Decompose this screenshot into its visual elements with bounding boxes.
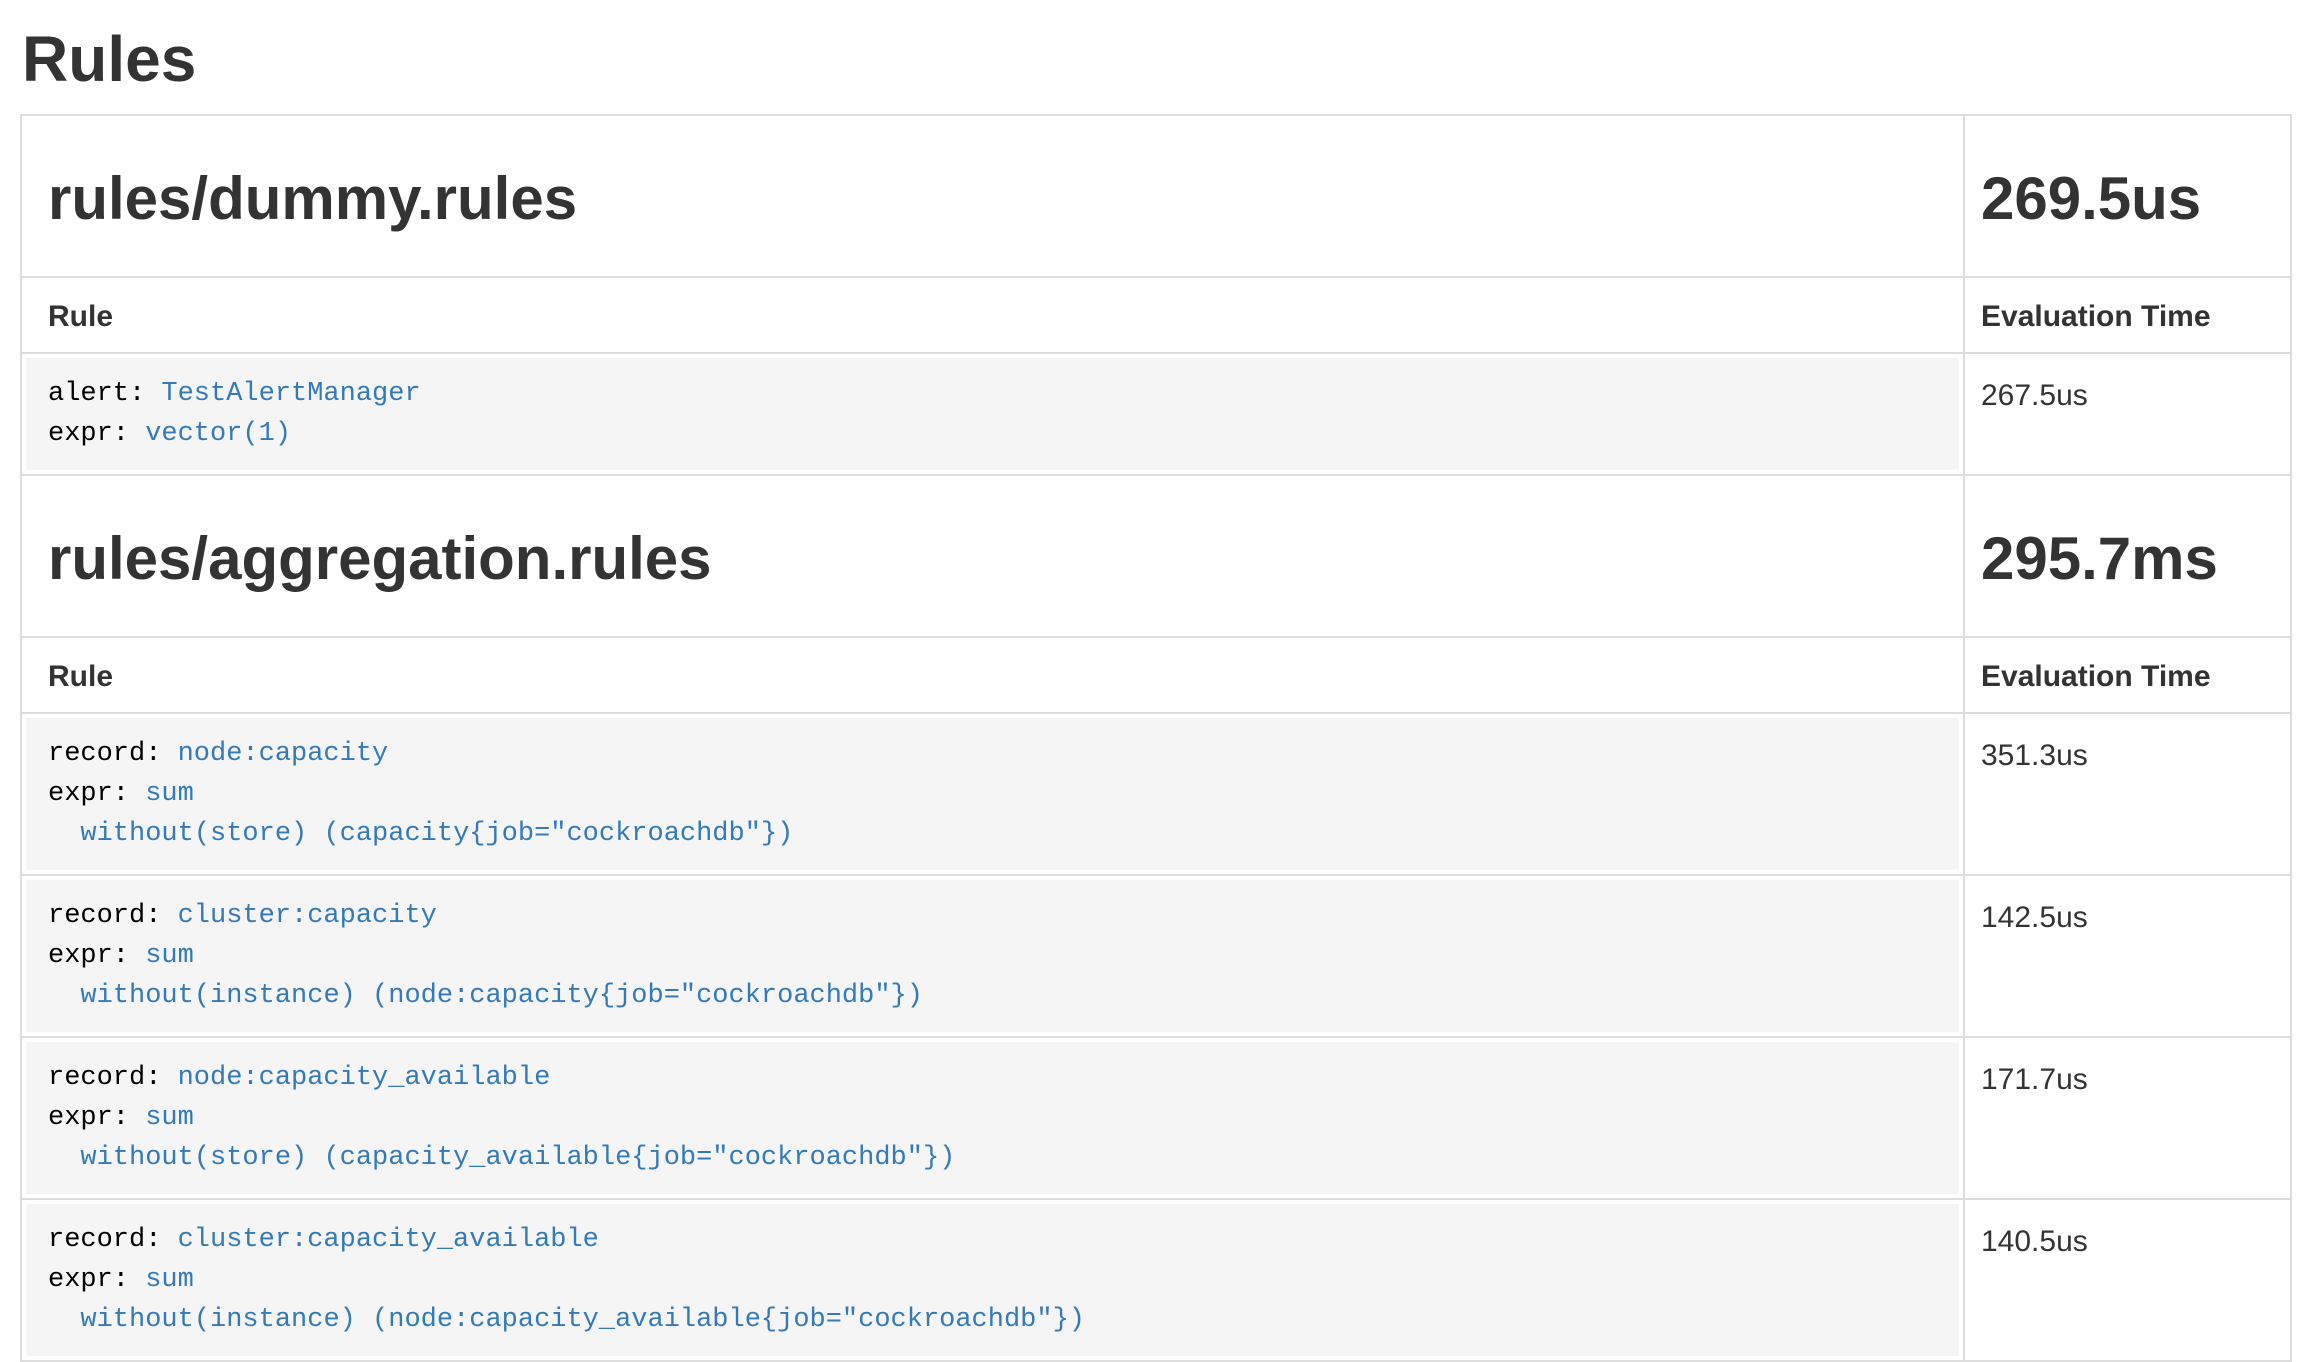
page-title: Rules — [22, 24, 2316, 94]
rule-expr-label: expr: — [48, 1103, 129, 1133]
rule-expr-link[interactable]: sum without(store) (capacity_available{j… — [48, 1103, 955, 1173]
rule-column-header: Rule — [21, 277, 1964, 353]
rule-definition: record: cluster:capacity expr:sum without(… — [26, 880, 1959, 1032]
group-total-eval-time: 269.5us — [1964, 115, 2291, 277]
rule-row: record: cluster:capacity expr:sum without(… — [21, 875, 2291, 1037]
group-file-name: rules/aggregation.rules — [48, 526, 1963, 592]
rule-eval-time: 140.5us — [1964, 1199, 2291, 1361]
group-file-name: rules/dummy.rules — [48, 166, 1963, 232]
rule-eval-time: 267.5us — [1964, 353, 2291, 475]
rule-name-link[interactable]: node:capacity — [178, 739, 389, 769]
rule-expr-label: expr: — [48, 941, 129, 971]
rule-name-link[interactable]: cluster:capacity_available — [178, 1225, 599, 1255]
rule-name-link[interactable]: cluster:capacity — [178, 901, 437, 931]
rule-row: record: node:capacity_available expr:sum w… — [21, 1037, 2291, 1199]
rule-expr-link[interactable]: sum without(instance) (node:capacity_ava… — [48, 1265, 1085, 1335]
rule-expr-label: expr: — [48, 419, 129, 449]
rule-expr-link[interactable]: sum without(instance) (node:capacity{job… — [48, 941, 923, 1011]
rules-table: rules/dummy.rules 269.5us Rule Evaluatio… — [20, 114, 2292, 1362]
eval-time-column-header: Evaluation Time — [1964, 277, 2291, 353]
rule-row: record: node:capacity expr:sum without(sto… — [21, 713, 2291, 875]
rule-eval-time: 351.3us — [1964, 713, 2291, 875]
rule-definition: record: node:capacity expr:sum without(sto… — [26, 718, 1959, 870]
rule-name-link[interactable]: TestAlertManager — [161, 379, 420, 409]
rule-kind-label: record: — [48, 739, 161, 769]
column-header-row: Rule Evaluation Time — [21, 637, 2291, 713]
rule-definition: record: node:capacity_available expr:sum w… — [26, 1042, 1959, 1194]
rule-definition: alert: TestAlertManager expr: vector(1) — [26, 358, 1959, 470]
rule-definition: record: cluster:capacity_available expr:su… — [26, 1204, 1959, 1356]
rule-eval-time: 142.5us — [1964, 875, 2291, 1037]
rule-expr-label: expr: — [48, 1265, 129, 1295]
rule-row: record: cluster:capacity_available expr:su… — [21, 1199, 2291, 1361]
rule-name-link[interactable]: node:capacity_available — [178, 1063, 551, 1093]
rule-expr-label: expr: — [48, 779, 129, 809]
rule-kind-label: alert: — [48, 379, 145, 409]
rule-kind-label: record: — [48, 901, 161, 931]
eval-time-column-header: Evaluation Time — [1964, 637, 2291, 713]
column-header-row: Rule Evaluation Time — [21, 277, 2291, 353]
rule-group-header-row: rules/aggregation.rules 295.7ms — [21, 475, 2291, 637]
rule-kind-label: record: — [48, 1225, 161, 1255]
group-total-eval-time: 295.7ms — [1964, 475, 2291, 637]
rule-column-header: Rule — [21, 637, 1964, 713]
rule-kind-label: record: — [48, 1063, 161, 1093]
rule-eval-time: 171.7us — [1964, 1037, 2291, 1199]
rule-expr-link[interactable]: sum without(store) (capacity{job="cockro… — [48, 779, 793, 849]
rule-expr-link[interactable]: vector(1) — [145, 419, 291, 449]
rule-row: alert: TestAlertManager expr: vector(1) 267… — [21, 353, 2291, 475]
rule-group-header-row: rules/dummy.rules 269.5us — [21, 115, 2291, 277]
